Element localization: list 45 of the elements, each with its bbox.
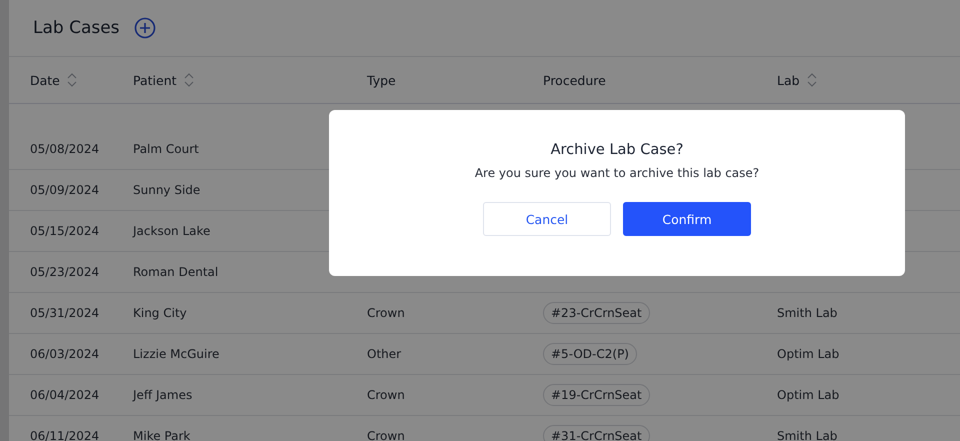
table-cell: Crown [367, 306, 405, 320]
column-label: Date [30, 72, 60, 88]
table-cell: 05/31/2024 [30, 306, 100, 320]
table-cell: Sunny Side [133, 183, 200, 197]
column-header[interactable]: Lab [777, 72, 817, 88]
column-label: Patient [133, 72, 177, 88]
table-cell: 06/11/2024 [30, 429, 100, 441]
dialog-title: Archive Lab Case? [550, 142, 684, 158]
confirm-button[interactable]: Confirm [623, 202, 751, 236]
procedure-tag: #5-OD-C2(P) [543, 343, 637, 365]
cancel-button[interactable]: Cancel [483, 202, 611, 236]
table-cell: Palm Court [133, 142, 199, 156]
table-cell: Optim Lab [777, 388, 840, 402]
add-icon[interactable] [134, 17, 156, 39]
column-header[interactable]: Date [30, 72, 77, 88]
sort-icon[interactable] [806, 73, 817, 87]
table-cell: 06/04/2024 [30, 388, 100, 402]
page-title: Lab Cases [33, 18, 120, 38]
table-cell: 05/09/2024 [30, 183, 100, 197]
table-cell: Crown [367, 429, 405, 441]
table-cell: Smith Lab [777, 429, 838, 441]
table-cell: 05/08/2024 [30, 142, 100, 156]
column-header: Procedure [543, 72, 606, 88]
table-cell: Smith Lab [777, 306, 838, 320]
table-cell: Jackson Lake [133, 224, 210, 238]
table-cell: Jeff James [133, 388, 192, 402]
table-cell: Other [367, 347, 402, 361]
column-header[interactable]: Patient [133, 72, 194, 88]
column-label: Lab [777, 72, 800, 88]
table-cell: Optim Lab [777, 347, 840, 361]
sort-icon[interactable] [66, 73, 77, 87]
table-cell: Crown [367, 388, 405, 402]
dialog-message: Are you sure you want to archive this lab case? [474, 166, 760, 180]
column-header: Type [367, 72, 396, 88]
procedure-tag: #19-CrCrnSeat [543, 384, 650, 406]
table-cell: King City [133, 306, 187, 320]
sort-icon[interactable] [184, 73, 194, 87]
table-cell: 05/23/2024 [30, 265, 100, 279]
procedure-tag: #31-CrCrnSeat [543, 425, 650, 441]
table-cell: Lizzie McGuire [133, 347, 220, 361]
table-cell: 06/03/2024 [30, 347, 100, 361]
procedure-tag: #23-CrCrnSeat [543, 302, 650, 324]
table-cell: Mike Park [133, 429, 190, 441]
table-cell: 05/15/2024 [30, 224, 100, 238]
table-cell: Roman Dental [133, 265, 218, 279]
